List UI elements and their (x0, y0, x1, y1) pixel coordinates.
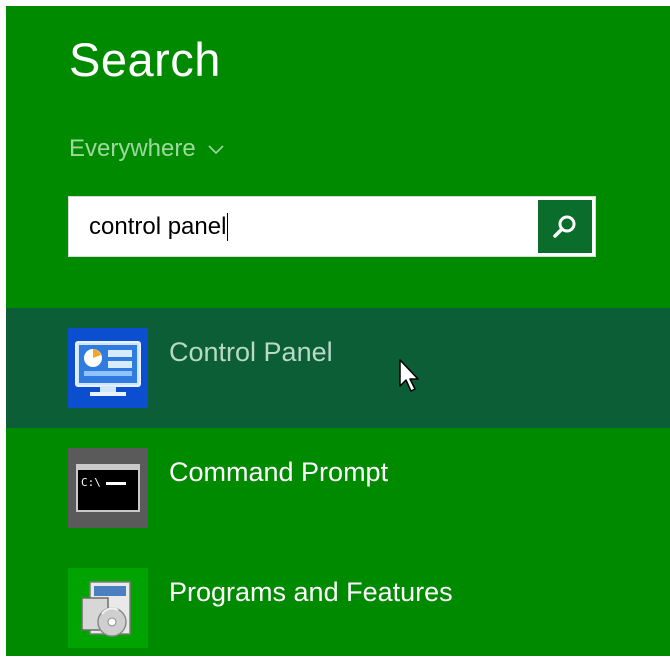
command-prompt-icon: C:\ (68, 448, 148, 528)
programs-features-icon (68, 568, 148, 648)
result-command-prompt[interactable]: C:\ Command Prompt (6, 428, 670, 548)
control-panel-icon (68, 328, 148, 408)
result-label: Command Prompt (169, 457, 389, 487)
mouse-pointer-icon (399, 359, 419, 392)
search-results-list: Control Panel C:\ Command Prompt Program… (6, 308, 670, 656)
result-label: Control Panel (169, 337, 333, 367)
search-scope-dropdown[interactable]: Everywhere (69, 134, 226, 164)
search-button[interactable] (538, 200, 592, 253)
search-input-value: control panel (89, 212, 227, 240)
result-control-panel[interactable]: Control Panel (6, 308, 670, 428)
result-label: Programs and Features (169, 577, 453, 607)
page-title: Search (69, 33, 221, 86)
search-input[interactable]: control panel (69, 197, 538, 256)
text-caret (227, 212, 229, 241)
search-charm-pane: Search Everywhere control panel Control … (6, 6, 670, 656)
result-programs-features[interactable]: Programs and Features (6, 548, 670, 656)
svg-text:C:\: C:\ (81, 476, 101, 489)
scope-label: Everywhere (69, 135, 196, 162)
search-box: control panel (68, 196, 596, 257)
magnifier-icon (553, 215, 576, 238)
chevron-down-icon (208, 145, 224, 155)
